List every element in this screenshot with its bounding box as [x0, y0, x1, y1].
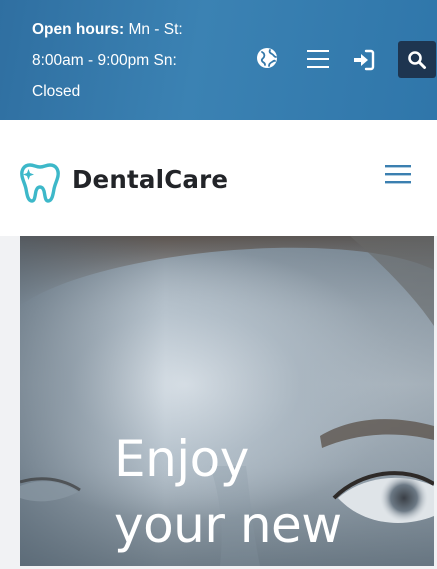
hero-headline-line-2: your new [114, 496, 342, 554]
opening-hours-sunday: Closed [32, 83, 81, 100]
sign-in-icon[interactable] [352, 48, 376, 72]
globe-icon[interactable] [255, 46, 279, 70]
hamburger-icon[interactable] [384, 163, 412, 185]
opening-hours-times: 8:00am - 9:00pm Sn: [32, 52, 177, 69]
search-icon [408, 50, 426, 69]
brand-logo-text[interactable]: DentalCare [72, 165, 228, 194]
search-button[interactable] [398, 41, 436, 78]
top-bar: Open hours: Mn - St: 8:00am - 9:00pm Sn:… [0, 0, 437, 120]
hero-image: Enjoy your new [20, 236, 434, 566]
opening-hours-label: Open hours: [32, 21, 125, 38]
hero-headline-line-1: Enjoy [114, 430, 249, 488]
menu-icon[interactable] [306, 48, 330, 70]
tooth-icon[interactable] [18, 158, 62, 206]
hero-headline: Enjoy your new [114, 426, 342, 558]
opening-hours-weekdays: Mn - St: [124, 21, 183, 38]
opening-hours: Open hours: Mn - St: 8:00am - 9:00pm Sn:… [32, 14, 222, 107]
